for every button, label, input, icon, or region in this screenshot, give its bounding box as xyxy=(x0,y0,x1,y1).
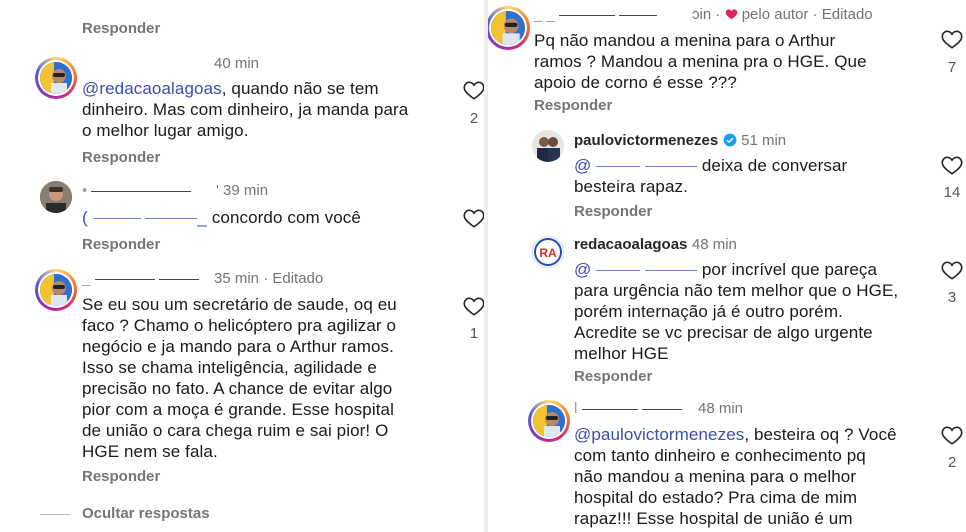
like-count: 3 xyxy=(947,289,957,306)
heart-icon xyxy=(463,297,484,316)
avatar[interactable] xyxy=(528,400,570,442)
avatar[interactable]: RA xyxy=(532,236,564,268)
reply-button[interactable]: Responder xyxy=(82,20,160,37)
left-comment-panel: Responder 40 min @redacaoalagoas, quando… xyxy=(0,0,484,532)
like-button[interactable] xyxy=(463,296,484,321)
comment-body: ( _ concordo com você xyxy=(82,208,361,227)
avatar[interactable] xyxy=(532,130,564,162)
like-count: 2 xyxy=(469,110,479,127)
username-redacted[interactable]: • xyxy=(82,182,192,199)
username-redacted[interactable]: _ xyxy=(82,270,199,287)
avatar[interactable] xyxy=(35,57,77,99)
like-count: 7 xyxy=(947,59,957,76)
comment-body: Pq não mandou a menina para o Arthur ram… xyxy=(534,31,867,92)
reply-button[interactable]: Responder xyxy=(534,97,612,114)
reply-button[interactable]: Responder xyxy=(574,368,652,385)
like-button[interactable] xyxy=(941,260,963,285)
heart-icon xyxy=(941,156,963,175)
svg-text:RA: RA xyxy=(539,246,557,260)
liked-by-author-label: pelo autor xyxy=(741,6,809,23)
red-heart-icon xyxy=(725,9,737,20)
avatar[interactable] xyxy=(40,181,72,213)
comment-body: @ deixa de conversar besteira rapaz. xyxy=(574,156,848,196)
reply-button[interactable]: Responder xyxy=(82,149,160,166)
mention-link[interactable]: @paulovictormenezes xyxy=(574,425,744,444)
comment-time: 51 min xyxy=(741,132,787,149)
right-comment-panel: _ _ ɔin · pelo autor · Editado Pq não ma… xyxy=(484,0,966,532)
like-button[interactable] xyxy=(463,208,484,233)
heart-icon xyxy=(941,426,963,445)
like-count: 2 xyxy=(947,454,957,471)
like-button[interactable] xyxy=(463,80,484,105)
heart-icon xyxy=(941,30,963,49)
like-count: 14 xyxy=(943,184,961,201)
username-redacted[interactable]: _ _ xyxy=(534,6,658,23)
comment-body: @ por incrível que pareça para urgência … xyxy=(574,260,899,363)
like-button[interactable] xyxy=(941,155,963,180)
mention-link[interactable]: @ xyxy=(574,260,698,279)
comment-time: 40 min xyxy=(214,55,260,72)
mention-link[interactable]: @redacaoalagoas xyxy=(82,79,222,98)
like-button[interactable] xyxy=(941,425,963,450)
reply-button[interactable]: Responder xyxy=(82,236,160,253)
comment-meta: ɔin · pelo autor · Editado xyxy=(692,6,873,23)
like-button[interactable] xyxy=(941,29,963,54)
comment-time: 48 min xyxy=(698,400,744,417)
username-link[interactable]: redacaoalagoas xyxy=(574,236,687,253)
username-link[interactable]: paulovictormenezes xyxy=(574,132,718,149)
comment-header: paulovictormenezes 51 min xyxy=(574,132,786,150)
avatar[interactable] xyxy=(35,269,77,311)
mention-link[interactable]: ( _ xyxy=(82,208,207,227)
edited-label: Editado xyxy=(821,6,873,23)
divider xyxy=(40,514,70,515)
hide-replies-button[interactable]: Ocultar respostas xyxy=(82,505,210,522)
comment-time: 48 min xyxy=(691,236,737,253)
verified-badge-icon xyxy=(723,133,737,147)
like-count: 1 xyxy=(469,325,479,342)
comment-body: @paulovictormenezes, besteira oq ? Você … xyxy=(574,425,897,528)
heart-icon xyxy=(463,209,484,228)
comment-time: 35 min · Editado xyxy=(214,270,324,287)
heart-icon xyxy=(941,261,963,280)
comment-body: Se eu sou um secretário de saude, oq eu … xyxy=(82,295,397,461)
heart-icon xyxy=(463,81,484,100)
reply-button[interactable]: Responder xyxy=(82,468,160,485)
comment-body: @redacaoalagoas, quando não se tem dinhe… xyxy=(82,79,409,140)
username-redacted[interactable]: l xyxy=(574,400,682,417)
reply-button[interactable]: Responder xyxy=(574,203,652,220)
avatar[interactable] xyxy=(488,6,530,50)
comment-header: redacaoalagoas 48 min xyxy=(574,236,737,254)
comment-time: ' 39 min xyxy=(216,182,269,199)
mention-link[interactable]: @ xyxy=(574,156,698,175)
